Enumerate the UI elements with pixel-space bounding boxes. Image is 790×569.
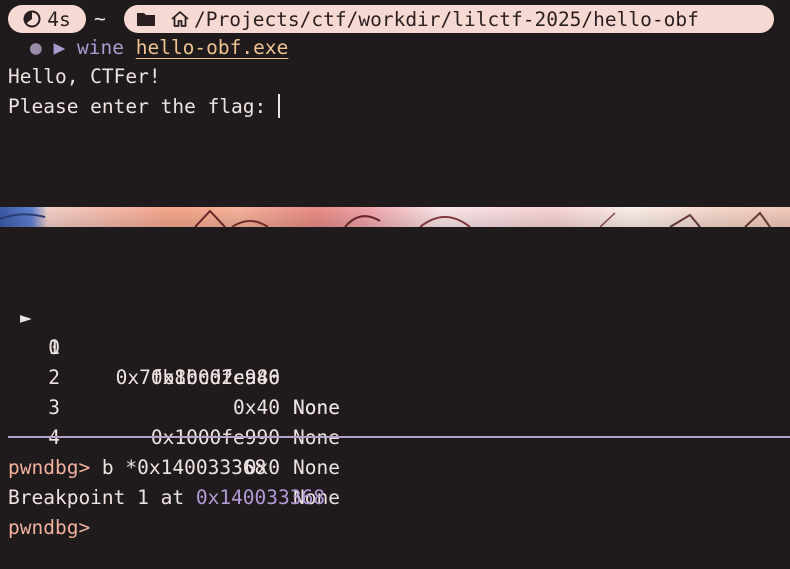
breakpoint-address: 0x140033368 [195, 486, 325, 509]
breakpoint-message: Breakpoint 1 at [8, 486, 196, 509]
tilde-separator: ~ [94, 7, 106, 30]
frame-symbol: None [293, 456, 340, 479]
backtrace-frame[interactable]: 2 0x40 None [0, 333, 790, 449]
elapsed-time: 4s [47, 7, 71, 31]
cwd-badge: /Projects/ctf/workdir/lilctf-2025/hello-… [124, 5, 774, 33]
gdb-prompt: pwndbg> [8, 516, 91, 539]
program-output-line: Hello, CTFer! [8, 65, 161, 88]
home-icon [171, 11, 189, 27]
frame-address: 0x1000fe990 [150, 426, 280, 449]
frame-index: 4 [40, 423, 60, 453]
background-artwork-strip [0, 207, 790, 227]
backtrace-frame[interactable]: 4 0x0 None [0, 393, 790, 509]
bullet-icon: ● [30, 36, 42, 59]
backtrace-frame[interactable]: 3 0x1000fe990 None [0, 363, 790, 479]
gdb-prompt: pwndbg> [8, 456, 91, 479]
frame-symbol: None [293, 426, 340, 449]
context-separator [8, 436, 790, 438]
command-argument-file[interactable]: hello-obf.exe [136, 36, 289, 59]
gdb-input-line[interactable]: pwndbg> [8, 513, 90, 543]
cwd-path: /Projects/ctf/workdir/lilctf-2025/hello-… [194, 7, 699, 31]
flag-input-prompt[interactable]: Please enter the flag: [8, 92, 281, 122]
text-cursor [278, 94, 281, 118]
gdb-output-line: Breakpoint 1 at 0x140033368 [8, 483, 325, 513]
gdb-command-line: pwndbg> b *0x140033368 [8, 453, 266, 483]
elapsed-time-badge: 4s [8, 5, 86, 33]
backtrace-frame[interactable]: 1 0x1000fea40 None [0, 303, 790, 419]
run-command-line: ● ▶ wine hello-obf.exe [30, 33, 288, 63]
folder-icon [137, 13, 155, 26]
shell-prompt: 4s ~ /Projects/ctf/workdir/lilctf-2025/h… [0, 4, 790, 34]
timer-icon [23, 10, 41, 28]
play-icon: ▶ [53, 36, 66, 59]
backtrace-frame[interactable]: ► 0 0x7fb8bcd2c986 None [0, 273, 790, 419]
gdb-command: b *0x140033368 [90, 456, 267, 479]
flag-prompt-text: Please enter the flag: [8, 95, 279, 118]
command-name: wine [77, 36, 124, 59]
